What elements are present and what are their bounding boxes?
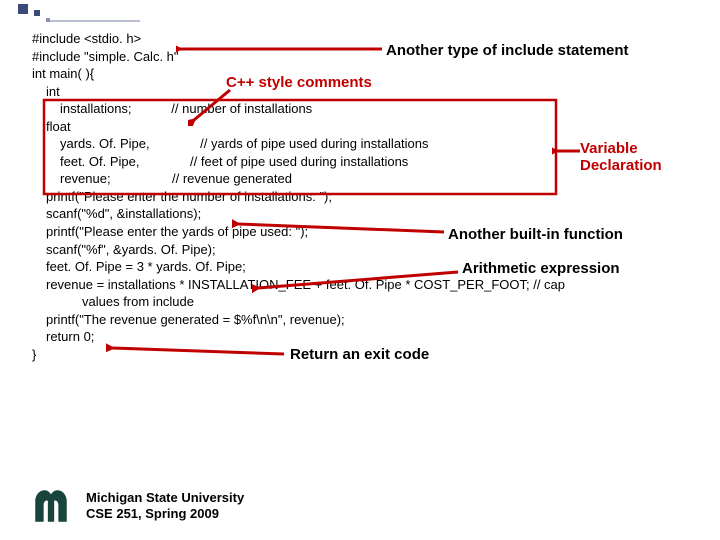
code-line: installations; // number of installation…: [32, 100, 692, 118]
code-line: float: [32, 118, 692, 136]
code-line: printf("The revenue generated = $%f\n\n"…: [32, 311, 692, 329]
corner-decoration: [0, 0, 150, 30]
code-line: scanf("%f", &yards. Of. Pipe);: [32, 241, 692, 259]
annotation-cpp-comments: C++ style comments: [226, 74, 372, 91]
annotation-another-include: Another type of include statement: [386, 42, 629, 59]
footer-line: Michigan State University: [86, 490, 244, 506]
code-line: revenue = installations * INSTALLATION_F…: [32, 276, 692, 294]
code-line: printf("Please enter the number of insta…: [32, 188, 692, 206]
annotation-arith-expr: Arithmetic expression: [462, 260, 620, 277]
slide: #include <stdio. h> #include "simple. Ca…: [0, 0, 720, 540]
annotation-return-exit: Return an exit code: [290, 346, 429, 363]
footer-line: CSE 251, Spring 2009: [86, 506, 244, 522]
code-line: scanf("%d", &installations);: [32, 205, 692, 223]
code-line: return 0;: [32, 328, 692, 346]
msu-logo-icon: [30, 484, 72, 526]
annotation-variable-declaration: Variable Declaration: [580, 140, 662, 174]
annotation-builtin-fn: Another built-in function: [448, 226, 623, 243]
footer-text: Michigan State University CSE 251, Sprin…: [86, 490, 244, 523]
code-line: values from include: [32, 293, 692, 311]
